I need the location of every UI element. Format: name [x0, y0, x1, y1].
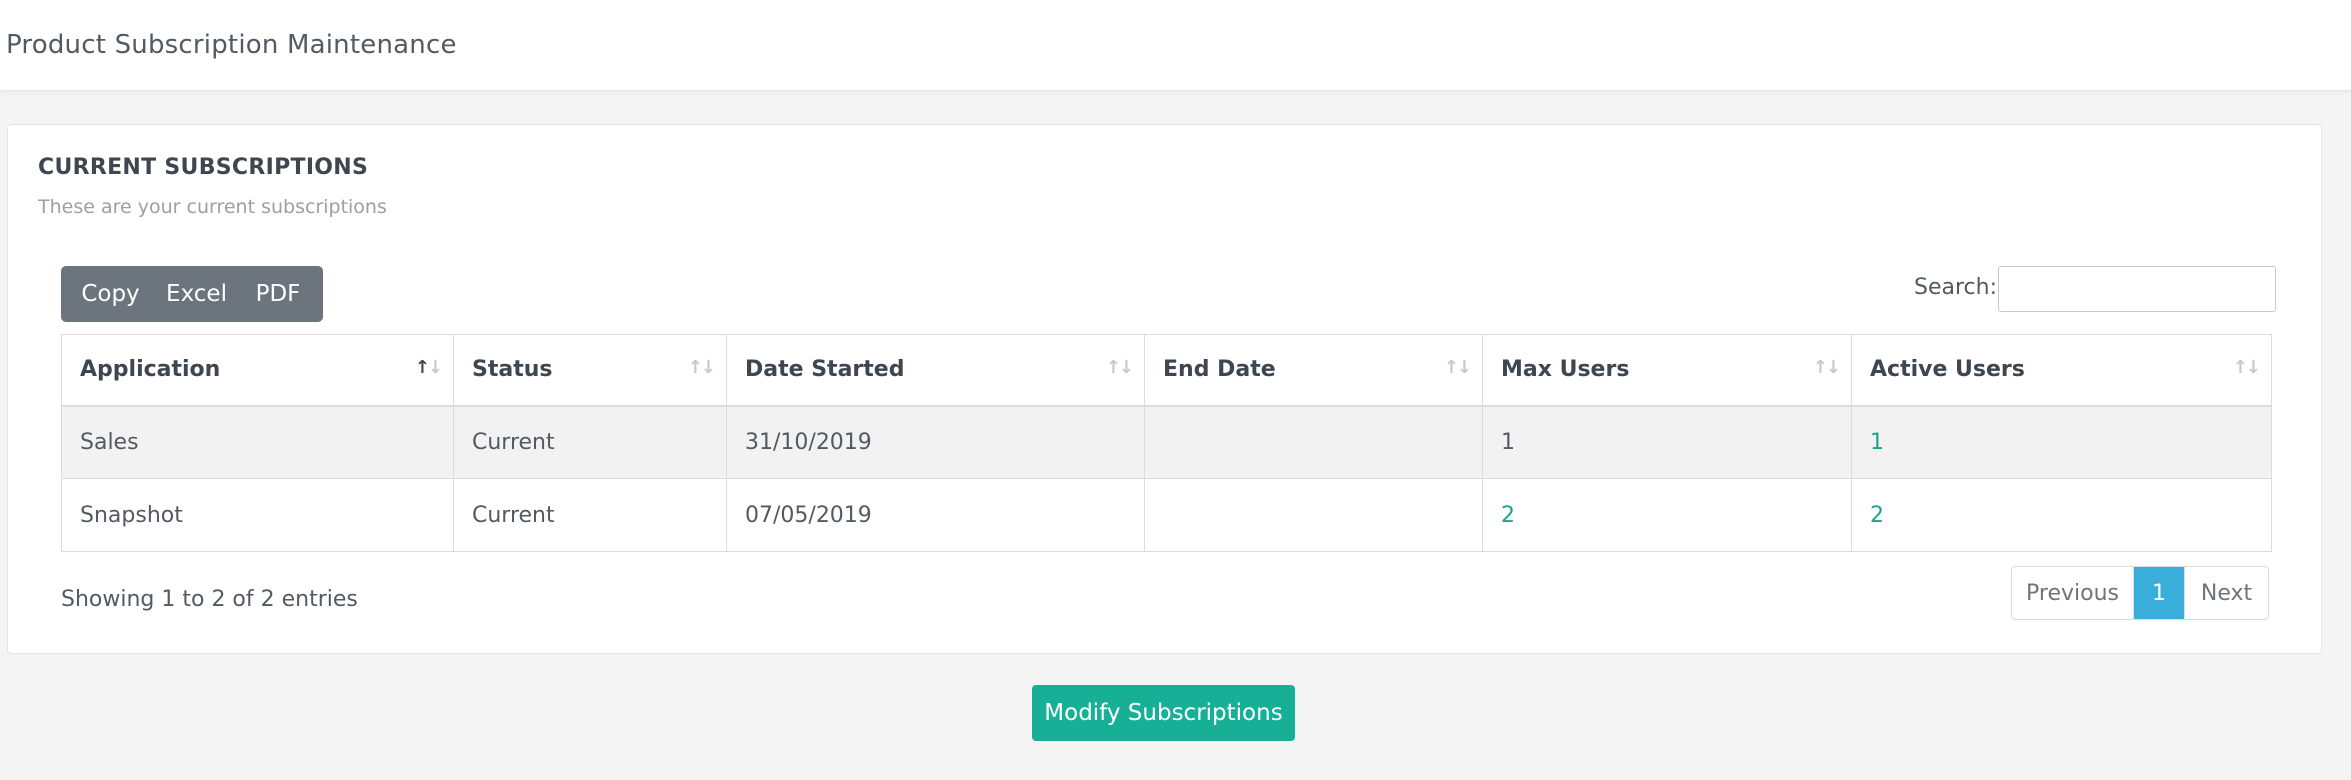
next-page-button[interactable]: Next [2184, 567, 2268, 619]
cell-max-users: 2 [1482, 478, 1852, 552]
search-label: Search: [1914, 275, 1997, 300]
table-info: Showing 1 to 2 of 2 entries [61, 587, 358, 612]
page-number-button[interactable]: 1 [2134, 567, 2184, 619]
sort-asc-icon: ↑↓ [414, 357, 443, 378]
subscriptions-card: CURRENT SUBSCRIPTIONS These are your cur… [7, 124, 2322, 654]
cell-application: Snapshot [61, 478, 454, 552]
search-input[interactable] [1998, 266, 2276, 312]
column-header-label: Date Started [745, 357, 905, 383]
modify-subscriptions-button[interactable]: Modify Subscriptions [1032, 685, 1295, 741]
cell-date-started: 31/10/2019 [726, 405, 1145, 479]
copy-button[interactable]: Copy [61, 266, 154, 322]
pdf-button[interactable]: PDF [239, 266, 323, 322]
sort-arrows-icon: ↑↓ [1443, 357, 1472, 378]
active-users-link[interactable]: 1 [1870, 430, 1884, 455]
table-row: Snapshot Current 07/05/2019 2 2 [61, 478, 2272, 552]
cell-end-date [1144, 478, 1483, 552]
cell-status: Current [453, 478, 727, 552]
table-row: Sales Current 31/10/2019 1 1 [61, 405, 2272, 479]
cell-date-started: 07/05/2019 [726, 478, 1145, 552]
card-title: CURRENT SUBSCRIPTIONS [38, 155, 369, 180]
cell-end-date [1144, 405, 1483, 479]
sort-arrows-icon: ↑↓ [1812, 357, 1841, 378]
export-button-group: Copy Excel PDF [61, 266, 323, 322]
page-title: Product Subscription Maintenance [6, 30, 457, 60]
cell-active-users: 1 [1851, 405, 2272, 479]
sort-arrows-icon: ↑↓ [687, 357, 716, 378]
column-header-label: End Date [1163, 357, 1276, 383]
cell-max-users: 1 [1482, 405, 1852, 479]
cell-status: Current [453, 405, 727, 479]
active-users-link[interactable]: 2 [1870, 503, 1884, 528]
column-header-active-users[interactable]: Active Users ↑↓ [1851, 334, 2272, 407]
column-header-label: Active Users [1870, 357, 2025, 383]
column-header-date-started[interactable]: Date Started ↑↓ [726, 334, 1145, 407]
card-subtitle: These are your current subscriptions [38, 196, 387, 218]
max-users-link[interactable]: 2 [1501, 503, 1515, 528]
previous-page-button[interactable]: Previous [2012, 567, 2134, 619]
column-header-label: Status [472, 357, 553, 383]
sort-arrows-icon: ↑↓ [1105, 357, 1134, 378]
excel-button[interactable]: Excel [154, 266, 239, 322]
cell-active-users: 2 [1851, 478, 2272, 552]
top-bar: Product Subscription Maintenance [0, 0, 2351, 91]
column-header-label: Application [80, 357, 221, 383]
subscriptions-table: Application ↑↓ Status ↑↓ Date Started ↑↓… [61, 334, 2272, 552]
column-header-max-users[interactable]: Max Users ↑↓ [1482, 334, 1852, 407]
sort-arrows-icon: ↑↓ [2232, 357, 2261, 378]
pagination: Previous 1 Next [2011, 566, 2269, 620]
cell-application: Sales [61, 405, 454, 479]
table-header-row: Application ↑↓ Status ↑↓ Date Started ↑↓… [61, 334, 2272, 407]
column-header-label: Max Users [1501, 357, 1630, 383]
column-header-application[interactable]: Application ↑↓ [61, 334, 454, 407]
column-header-end-date[interactable]: End Date ↑↓ [1144, 334, 1483, 407]
column-header-status[interactable]: Status ↑↓ [453, 334, 727, 407]
